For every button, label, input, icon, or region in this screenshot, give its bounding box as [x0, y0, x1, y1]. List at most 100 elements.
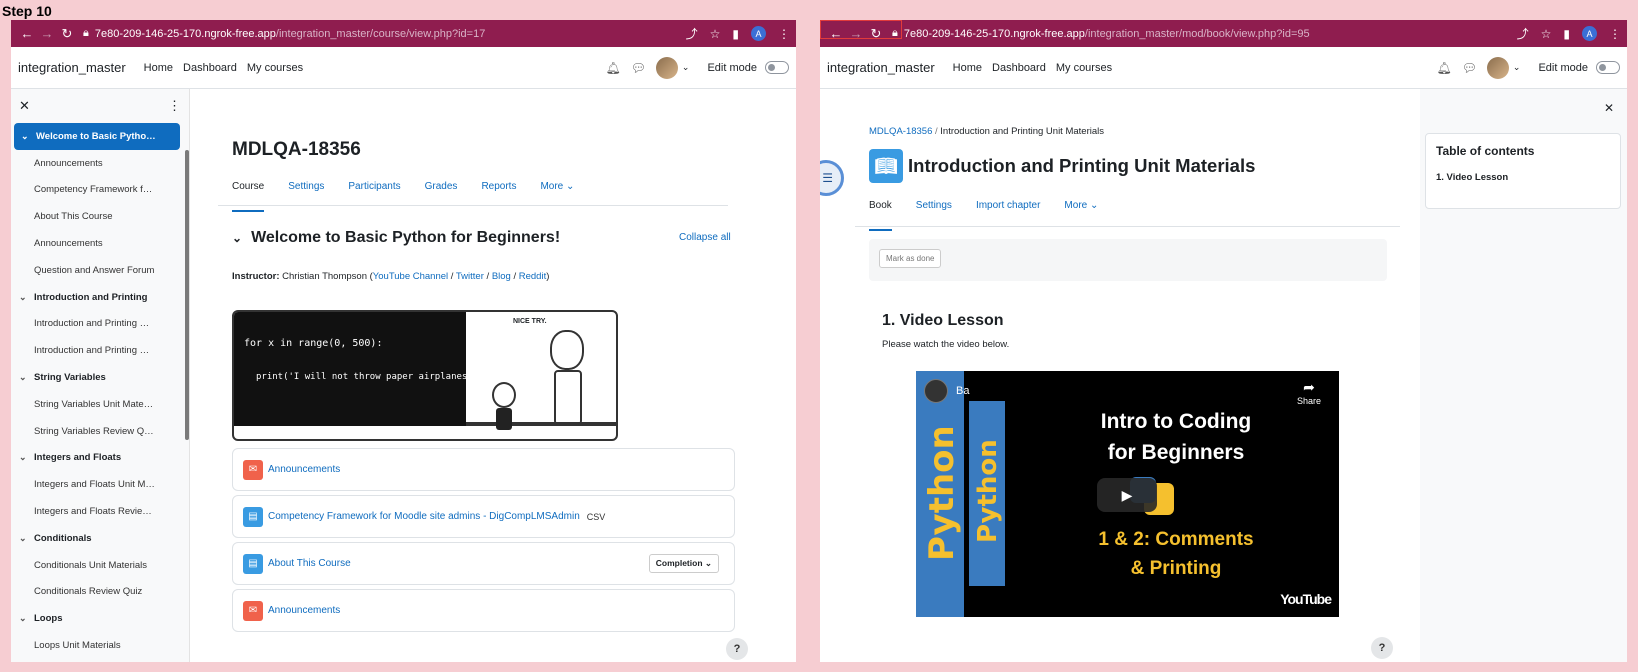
- drawer-section[interactable]: ⌄ Welcome to Basic Pytho…: [14, 123, 180, 150]
- nav-dashboard[interactable]: Dashboard: [183, 62, 237, 74]
- reload-icon[interactable]: ↻: [57, 26, 77, 42]
- address-bar[interactable]: 🔒︎ 7e80-209-146-25-170.ngrok-free.app/in…: [83, 27, 686, 40]
- menu-icon[interactable]: ⋮: [1609, 27, 1621, 41]
- channel-avatar[interactable]: [924, 379, 948, 403]
- help-button[interactable]: ?: [1371, 637, 1393, 659]
- twitter-link[interactable]: Twitter: [456, 271, 484, 282]
- message-icon[interactable]: 💬︎: [631, 61, 646, 75]
- drawer-section[interactable]: ⌄ Loops: [11, 605, 189, 632]
- chevron-down-icon[interactable]: ⌄: [682, 62, 690, 73]
- edit-mode-toggle[interactable]: [765, 61, 789, 74]
- drawer-item[interactable]: Announcements: [11, 230, 189, 257]
- help-button[interactable]: ?: [726, 638, 748, 660]
- drawer-item[interactable]: Integers and Floats Unit M…: [11, 471, 189, 498]
- drawer-item[interactable]: Integers and Floats Revie…: [11, 498, 189, 525]
- mark-as-done-button[interactable]: Mark as done: [879, 249, 942, 268]
- address-bar[interactable]: 🔒︎ 7e80-209-146-25-170.ngrok-free.app/in…: [892, 27, 1517, 40]
- nav-my-courses[interactable]: My courses: [247, 62, 303, 74]
- page-title: 📖︎ Introduction and Printing Unit Materi…: [869, 149, 1255, 183]
- drawer-item[interactable]: About This Course: [11, 203, 189, 230]
- drawer-item[interactable]: Competency Framework f…: [11, 177, 189, 204]
- share-icon[interactable]: ⤴: [686, 25, 698, 42]
- chevron-down-icon[interactable]: ⌄: [19, 533, 34, 544]
- bell-icon[interactable]: 🔔︎: [1436, 61, 1451, 75]
- tab-grades[interactable]: Grades: [425, 181, 458, 212]
- profile-avatar[interactable]: A: [1582, 26, 1597, 41]
- back-icon[interactable]: ←: [17, 26, 37, 41]
- drawer-section[interactable]: ⌄ String Variables: [11, 364, 189, 391]
- nav-home[interactable]: Home: [144, 62, 173, 74]
- youtube-link[interactable]: YouTube Channel: [373, 271, 448, 282]
- chevron-down-icon[interactable]: ⌄: [19, 452, 34, 463]
- drawer-item[interactable]: Conditionals Review Quiz: [11, 579, 189, 606]
- forward-icon[interactable]: →: [37, 26, 57, 41]
- activity-link[interactable]: Announcements: [268, 605, 340, 616]
- tab-settings[interactable]: Settings: [288, 181, 324, 212]
- drawer-item[interactable]: Conditionals Unit Materials: [11, 552, 189, 579]
- drawer-item[interactable]: Question and Answer Forum: [11, 257, 189, 284]
- close-icon[interactable]: ✕: [19, 98, 30, 114]
- sidepanel-icon[interactable]: ▮: [732, 27, 739, 41]
- drawer-item[interactable]: Loops Unit Materials: [11, 632, 189, 659]
- close-icon[interactable]: ✕: [1604, 101, 1614, 115]
- toc-item[interactable]: 1. Video Lesson: [1436, 172, 1610, 183]
- drawer-section[interactable]: ⌄ Introduction and Printing: [11, 284, 189, 311]
- tab-participants[interactable]: Participants: [348, 181, 400, 212]
- drawer-item[interactable]: String Variables Unit Mate…: [11, 391, 189, 418]
- chevron-down-icon[interactable]: ⌄: [232, 231, 242, 245]
- tab-more[interactable]: More ⌄: [540, 181, 574, 212]
- user-avatar[interactable]: [1486, 56, 1509, 79]
- tab-course[interactable]: Course: [232, 181, 265, 212]
- star-icon[interactable]: ☆: [710, 27, 721, 41]
- drawer-section[interactable]: ⌄ Conditionals: [11, 525, 189, 552]
- blog-link[interactable]: Blog: [492, 271, 511, 282]
- activity-link[interactable]: About This Course: [268, 558, 351, 569]
- star-icon[interactable]: ☆: [1541, 27, 1552, 41]
- activity-card: ▤ About This Course Completion ⌄: [232, 542, 735, 585]
- tab-reports[interactable]: Reports: [481, 181, 516, 212]
- breadcrumb-current: Introduction and Printing Unit Materials: [940, 126, 1104, 137]
- play-button[interactable]: ▶: [1097, 478, 1157, 512]
- completion-dropdown[interactable]: Completion ⌄: [648, 554, 719, 573]
- share-button[interactable]: ➦ Share: [1297, 379, 1321, 406]
- sidepanel-icon[interactable]: ▮: [1563, 27, 1570, 41]
- drawer-section[interactable]: ⌄ Integers and Floats: [11, 445, 189, 472]
- share-icon[interactable]: ⤴: [1517, 25, 1529, 42]
- instructor-label: Instructor:: [232, 271, 280, 282]
- nav-home[interactable]: Home: [953, 62, 982, 74]
- video-player[interactable]: Python Python Ba ➦ Share Intro to Coding f…: [916, 371, 1339, 617]
- nav-dashboard[interactable]: Dashboard: [992, 62, 1046, 74]
- profile-avatar[interactable]: A: [751, 26, 766, 41]
- user-avatar[interactable]: [655, 56, 678, 79]
- nav-my-courses[interactable]: My courses: [1056, 62, 1112, 74]
- url-path: /integration_master/mod/book/view.php?id…: [1084, 27, 1310, 40]
- drawer-item[interactable]: Announcements: [11, 150, 189, 177]
- message-icon[interactable]: 💬︎: [1462, 61, 1477, 75]
- chevron-down-icon[interactable]: ⌄: [21, 131, 36, 142]
- edit-mode-toggle[interactable]: [1596, 61, 1620, 74]
- chapter-title: 1. Video Lesson: [882, 312, 1004, 329]
- more-options-icon[interactable]: ⋮: [168, 98, 181, 114]
- course-index-toggle-icon[interactable]: ☰: [820, 160, 844, 196]
- menu-icon[interactable]: ⋮: [778, 27, 790, 41]
- chevron-down-icon[interactable]: ⌄: [1513, 62, 1521, 73]
- bell-icon[interactable]: 🔔︎: [605, 61, 620, 75]
- chapter-text: Please watch the video below.: [882, 339, 1010, 350]
- course-index-drawer: ✕ ⋮ ⌄ Welcome to Basic Pytho… Announcement…: [11, 89, 190, 662]
- activity-card: ✉ Announcements: [232, 589, 735, 632]
- site-brand[interactable]: integration_master: [18, 60, 126, 75]
- collapse-all-link[interactable]: Collapse all: [679, 232, 731, 243]
- breadcrumb-course[interactable]: MDLQA-18356: [869, 126, 932, 137]
- drawer-item[interactable]: Introduction and Printing …: [11, 311, 189, 338]
- chevron-down-icon[interactable]: ⌄: [19, 372, 34, 383]
- chevron-down-icon[interactable]: ⌄: [19, 292, 34, 303]
- reddit-link[interactable]: Reddit: [519, 271, 546, 282]
- activity-link[interactable]: Announcements: [268, 464, 340, 475]
- site-brand[interactable]: integration_master: [827, 60, 935, 75]
- drawer-scrollbar[interactable]: [185, 150, 189, 440]
- youtube-logo[interactable]: YouTube: [1280, 591, 1332, 607]
- activity-link[interactable]: Competency Framework for Moodle site adm…: [268, 511, 580, 522]
- drawer-item[interactable]: String Variables Review Q…: [11, 418, 189, 445]
- chevron-down-icon[interactable]: ⌄: [19, 613, 34, 624]
- drawer-item[interactable]: Introduction and Printing …: [11, 337, 189, 364]
